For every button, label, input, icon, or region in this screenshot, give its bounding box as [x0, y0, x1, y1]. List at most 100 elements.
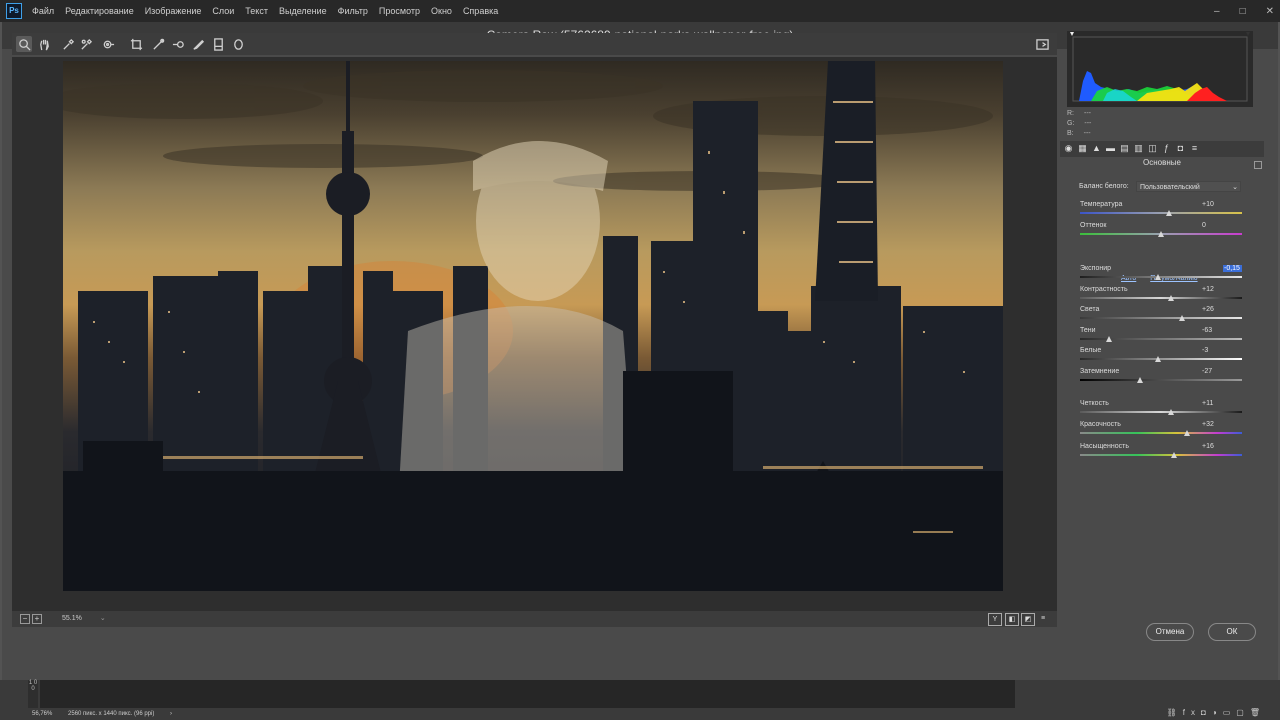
white-balance-select[interactable]: Пользовательский ⌄: [1136, 181, 1241, 192]
slider-thumb[interactable]: [1183, 430, 1190, 436]
slider-thumb[interactable]: [1166, 210, 1173, 216]
new-layer-icon[interactable]: ▢: [1236, 708, 1250, 717]
slider-thumb[interactable]: [1154, 356, 1161, 362]
maximize-icon[interactable]: □: [1240, 6, 1246, 17]
menu-select[interactable]: Выделение: [279, 6, 327, 16]
view-settings-icon[interactable]: ≡: [1037, 613, 1049, 624]
straighten-tool-icon[interactable]: [150, 36, 166, 52]
slider-thumb[interactable]: [1170, 452, 1177, 458]
slider-value[interactable]: +32: [1202, 421, 1242, 428]
link-icon[interactable]: ⛓: [1167, 708, 1183, 717]
menu-window[interactable]: Окно: [431, 6, 452, 16]
adjustment-brush-icon[interactable]: [190, 36, 206, 52]
zoom-level-select[interactable]: 55.1% ⌄: [60, 613, 106, 624]
slider-value[interactable]: -27: [1202, 368, 1242, 375]
menu-view[interactable]: Просмотр: [379, 6, 420, 16]
zoom-in-button[interactable]: +: [32, 614, 42, 624]
mask-icon[interactable]: ◘: [1201, 708, 1212, 717]
slider-contrast[interactable]: Контрастность +12: [1080, 286, 1242, 306]
slider-value[interactable]: +12: [1202, 286, 1242, 293]
slider-track[interactable]: [1080, 454, 1242, 456]
slider-track[interactable]: [1080, 276, 1242, 278]
slider-track[interactable]: [1080, 338, 1242, 340]
slider-highlights[interactable]: Света +26: [1080, 306, 1242, 326]
tab-lens-icon[interactable]: ▥: [1133, 143, 1144, 154]
slider-value[interactable]: -63: [1202, 327, 1242, 334]
tab-detail-icon[interactable]: ▲: [1091, 143, 1102, 154]
color-sampler-tool-icon[interactable]: [78, 36, 94, 52]
adjustment-icon[interactable]: ◑: [1212, 708, 1223, 717]
slider-value[interactable]: +26: [1202, 306, 1242, 313]
slider-thumb[interactable]: [1167, 409, 1174, 415]
slider-exposure[interactable]: Экспонир -0,15: [1080, 265, 1242, 285]
slider-thumb[interactable]: [1179, 315, 1186, 321]
menu-image[interactable]: Изображение: [145, 6, 202, 16]
image-preview-area[interactable]: [12, 57, 1057, 611]
slider-label: Четкость: [1080, 400, 1109, 407]
slider-thumb[interactable]: [1167, 295, 1174, 301]
tab-effects-icon[interactable]: ƒ: [1161, 143, 1172, 154]
hand-tool-icon[interactable]: [36, 36, 52, 52]
menu-file[interactable]: Файл: [32, 6, 54, 16]
tab-presets-icon[interactable]: ≡: [1189, 143, 1200, 154]
targeted-adjustment-tool-icon[interactable]: [100, 36, 116, 52]
slider-clarity[interactable]: Четкость +11: [1080, 400, 1242, 420]
tab-split-toning-icon[interactable]: ▤: [1119, 143, 1130, 154]
document-zoom[interactable]: 56,76%: [32, 711, 52, 717]
tab-basic-icon[interactable]: ◉: [1063, 143, 1074, 154]
crop-tool-icon[interactable]: [128, 36, 144, 52]
graduated-filter-icon[interactable]: [210, 36, 226, 52]
slider-tint[interactable]: Оттенок 0: [1080, 222, 1242, 242]
view-copy-button[interactable]: ◩: [1021, 613, 1035, 626]
slider-thumb[interactable]: [1136, 377, 1143, 383]
view-swap-button[interactable]: ◧: [1005, 613, 1019, 626]
panel-menu-icon[interactable]: [1254, 161, 1262, 169]
slider-track[interactable]: [1080, 317, 1242, 319]
fx-icon[interactable]: fx: [1183, 708, 1201, 717]
menu-edit[interactable]: Редактирование: [65, 6, 134, 16]
slider-track[interactable]: [1080, 297, 1242, 299]
slider-saturation[interactable]: Насыщенность +16: [1080, 443, 1242, 463]
menu-help[interactable]: Справка: [463, 6, 498, 16]
close-icon[interactable]: ✕: [1266, 6, 1274, 17]
zoom-tool-icon[interactable]: [16, 36, 32, 52]
radial-filter-icon[interactable]: [230, 36, 246, 52]
cancel-button[interactable]: Отмена: [1146, 623, 1194, 641]
ok-button[interactable]: ОК: [1208, 623, 1256, 641]
slider-value[interactable]: +11: [1202, 400, 1242, 407]
slider-thumb[interactable]: [1106, 336, 1113, 342]
slider-temperature[interactable]: Температура +10: [1080, 201, 1242, 221]
slider-value[interactable]: +16: [1202, 443, 1242, 450]
spot-removal-tool-icon[interactable]: [170, 36, 186, 52]
slider-whites[interactable]: Белые -3: [1080, 347, 1242, 367]
menu-text[interactable]: Текст: [245, 6, 268, 16]
slider-track[interactable]: [1080, 212, 1242, 214]
slider-track[interactable]: [1080, 411, 1242, 413]
tab-tone-curve-icon[interactable]: ▦: [1077, 143, 1088, 154]
zoom-out-button[interactable]: −: [20, 614, 30, 624]
slider-shadows[interactable]: Тени -63: [1080, 327, 1242, 347]
slider-thumb[interactable]: [1154, 274, 1161, 280]
slider-value[interactable]: 0: [1202, 222, 1242, 229]
menu-layers[interactable]: Слои: [212, 6, 234, 16]
slider-value[interactable]: -3: [1202, 347, 1242, 354]
view-mode-y-button[interactable]: Y: [988, 613, 1002, 626]
slider-track[interactable]: [1080, 379, 1242, 381]
slider-track[interactable]: [1080, 432, 1242, 434]
slider-blacks[interactable]: Затемнение -27: [1080, 368, 1242, 388]
minimize-icon[interactable]: –: [1214, 6, 1220, 17]
trash-icon[interactable]: 🗑: [1250, 708, 1266, 717]
chevron-right-icon[interactable]: ›: [170, 711, 172, 717]
tab-transform-icon[interactable]: ◫: [1147, 143, 1158, 154]
tab-camera-calibration-icon[interactable]: ◘: [1175, 143, 1186, 154]
white-balance-tool-icon[interactable]: [60, 36, 76, 52]
menu-filter[interactable]: Фильтр: [338, 6, 368, 16]
slider-thumb[interactable]: [1158, 231, 1164, 237]
slider-track[interactable]: [1080, 358, 1242, 360]
tab-hsl-icon[interactable]: ▬: [1105, 143, 1116, 154]
folder-icon[interactable]: ▭: [1223, 708, 1237, 717]
fullscreen-toggle-icon[interactable]: [1034, 36, 1050, 52]
slider-value[interactable]: +10: [1202, 201, 1242, 208]
slider-vibrance[interactable]: Красочность +32: [1080, 421, 1242, 441]
slider-value[interactable]: -0,15: [1223, 265, 1242, 272]
